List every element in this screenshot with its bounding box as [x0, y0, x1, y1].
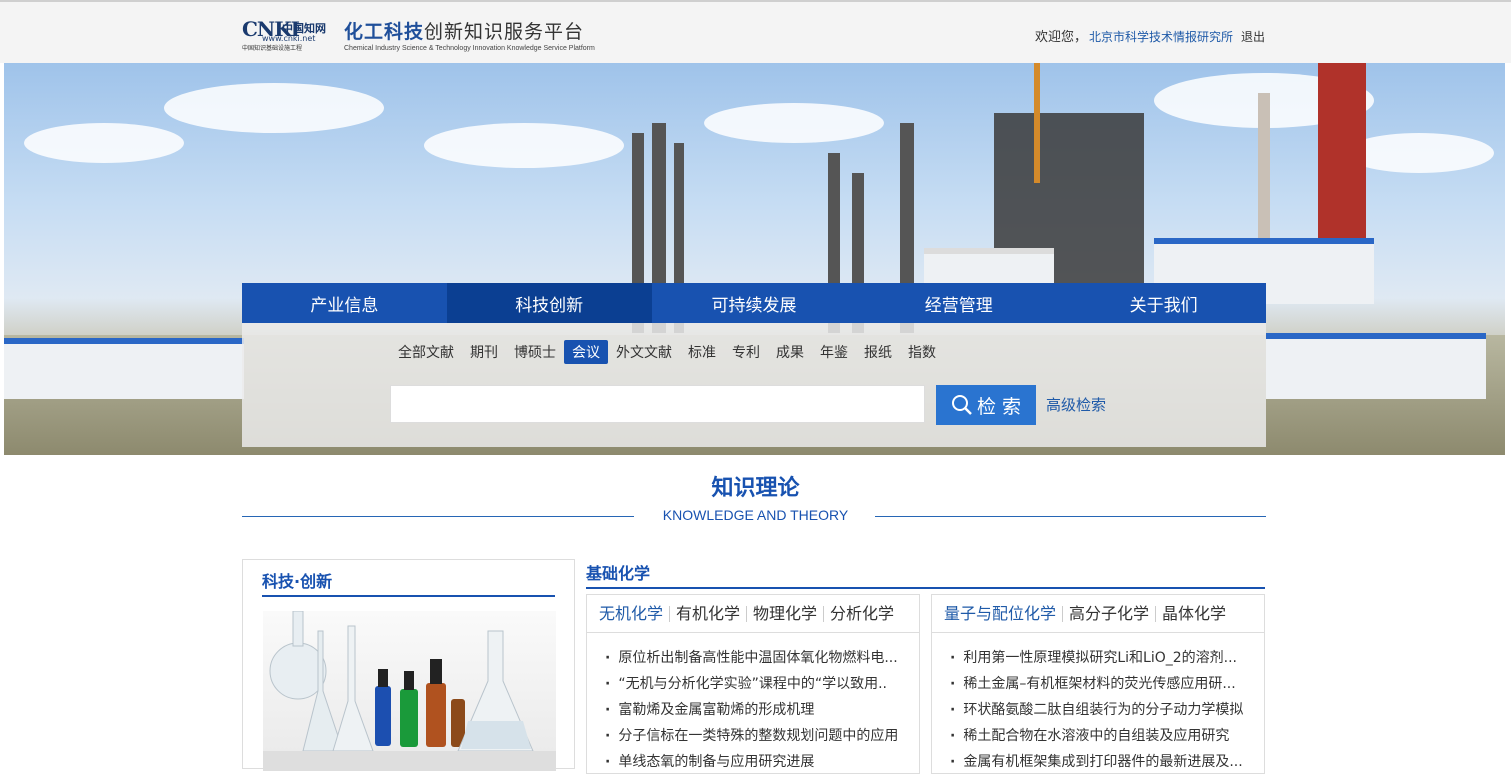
- building: [4, 338, 244, 399]
- crane: [1034, 63, 1040, 183]
- panel-underline: [262, 595, 555, 597]
- basic-chem-title: 基础化学: [586, 564, 651, 583]
- search-input[interactable]: [390, 385, 925, 423]
- list-item[interactable]: 利用第一性原理模拟研究Li和LiO_2的溶剂...: [950, 649, 1250, 675]
- building: [1266, 333, 1486, 399]
- search-icon: [951, 395, 972, 415]
- subtab-thesis[interactable]: 博硕士: [506, 340, 564, 364]
- panel-title: 科技·创新: [262, 572, 333, 591]
- subtab-journal[interactable]: 期刊: [462, 340, 506, 364]
- title-rest: 创新知识服务平台: [424, 20, 585, 43]
- tab-crystal-chem[interactable]: 晶体化学: [1155, 605, 1232, 622]
- logo-sub: 中国知识基础设施工程: [242, 45, 303, 52]
- main-nav: 产业信息 科技创新 可持续发展 经营管理 关于我们: [242, 283, 1266, 323]
- resource-type-tabs: 全部文献 期刊 博硕士 会议 外文文献 标准 专利 成果 年鉴 报纸 指数: [390, 340, 944, 364]
- nav-search-box: 产业信息 科技创新 可持续发展 经营管理 关于我们 全部文献 期刊 博硕士 会议…: [242, 283, 1266, 447]
- cloud: [704, 103, 884, 143]
- platform-title: 化工科技创新知识服务平台: [344, 17, 595, 44]
- subtab-foreign[interactable]: 外文文献: [608, 340, 680, 364]
- basic-chem-underline: [586, 587, 1265, 589]
- subtab-index[interactable]: 指数: [900, 340, 944, 364]
- title-highlight: 化工科技: [344, 20, 425, 43]
- tab-quantum-coordination-chem[interactable]: 量子与配位化学: [938, 605, 1062, 622]
- list-item[interactable]: 单线态氧的制备与应用研究进展: [605, 753, 905, 779]
- tab-physical-chem[interactable]: 物理化学: [746, 605, 823, 622]
- subtab-achievement[interactable]: 成果: [768, 340, 812, 364]
- chem-card-1: 无机化学 有机化学 物理化学 分析化学 原位析出制备高性能中温固体氧化物燃料电.…: [586, 594, 920, 774]
- card-tabs: 量子与配位化学 高分子化学 晶体化学: [932, 595, 1264, 633]
- cloud: [1344, 133, 1494, 173]
- nav-tab-industry-info[interactable]: 产业信息: [242, 283, 447, 323]
- org-link[interactable]: 北京市科学技术情报研究所: [1089, 30, 1233, 44]
- welcome-text: 欢迎您，: [1034, 30, 1087, 45]
- subtab-patent[interactable]: 专利: [724, 340, 768, 364]
- logo-url: www.cnki.net: [262, 34, 316, 43]
- nav-tab-business-management[interactable]: 经营管理: [856, 283, 1061, 323]
- user-welcome: 欢迎您， 北京市科学技术情报研究所 退出: [1035, 26, 1265, 45]
- tab-organic-chem[interactable]: 有机化学: [669, 605, 746, 622]
- list-item[interactable]: 富勒烯及金属富勒烯的形成机理: [605, 701, 905, 727]
- tab-analytical-chem[interactable]: 分析化学: [823, 605, 900, 622]
- cloud: [424, 123, 624, 168]
- subtab-conference[interactable]: 会议: [564, 340, 608, 364]
- list-item[interactable]: 环状酪氨酸二肽自组装行为的分子动力学模拟: [950, 701, 1250, 727]
- search-button-label: 检 索: [976, 395, 1022, 418]
- tab-inorganic-chem[interactable]: 无机化学: [593, 605, 669, 622]
- platform-title-en: Chemical Industry Science & Technology I…: [344, 44, 595, 52]
- list-item[interactable]: “无机与分析化学实验”课程中的“学以致用..: [605, 675, 905, 701]
- cloud: [164, 83, 384, 133]
- subtab-newspaper[interactable]: 报纸: [856, 340, 900, 364]
- chem-card-2: 量子与配位化学 高分子化学 晶体化学 利用第一性原理模拟研究Li和LiO_2的溶…: [931, 594, 1265, 774]
- divider-line: [875, 516, 1266, 517]
- glassware-illustration: [263, 611, 556, 771]
- subtab-yearbook[interactable]: 年鉴: [812, 340, 856, 364]
- sci-innovation-panel: 科技·创新: [242, 559, 575, 771]
- site-logo[interactable]: CNKI 中国知网 www.cnki.net 中国知识基础设施工程 化工科技创新…: [242, 16, 595, 52]
- article-list: 原位析出制备高性能中温固体氧化物燃料电... “无机与分析化学实验”课程中的“学…: [605, 649, 905, 779]
- search-button[interactable]: 检 索: [936, 385, 1036, 425]
- list-item[interactable]: 稀土金属–有机框架材料的荧光传感应用研...: [950, 675, 1250, 701]
- nav-tab-sustainable-development[interactable]: 可持续发展: [652, 283, 857, 323]
- section-title: 知识理论: [711, 476, 800, 501]
- nav-tab-sci-tech-innovation[interactable]: 科技创新: [446, 283, 652, 323]
- cloud: [24, 123, 184, 163]
- logout-link[interactable]: 退出: [1241, 30, 1265, 44]
- tab-polymer-chem[interactable]: 高分子化学: [1062, 605, 1155, 622]
- article-list: 利用第一性原理模拟研究Li和LiO_2的溶剂... 稀土金属–有机框架材料的荧光…: [950, 649, 1250, 779]
- list-item[interactable]: 金属有机框架集成到打印器件的最新进展及...: [950, 753, 1250, 779]
- list-item[interactable]: 稀土配合物在水溶液中的自组装及应用研究: [950, 727, 1250, 753]
- card-tabs: 无机化学 有机化学 物理化学 分析化学: [587, 595, 919, 633]
- list-item[interactable]: 原位析出制备高性能中温固体氧化物燃料电...: [605, 649, 905, 675]
- subtab-all[interactable]: 全部文献: [390, 340, 462, 364]
- list-item[interactable]: 分子信标在一类特殊的整数规划问题中的应用: [605, 727, 905, 753]
- advanced-search-link[interactable]: 高级检索: [1046, 394, 1106, 415]
- top-bar: CNKI 中国知网 www.cnki.net 中国知识基础设施工程 化工科技创新…: [0, 0, 1511, 63]
- lab-glassware-image[interactable]: [263, 611, 556, 771]
- cnki-logo: CNKI 中国知网 www.cnki.net 中国知识基础设施工程: [242, 17, 338, 52]
- section-subtitle: KNOWLEDGE AND THEORY: [662, 507, 849, 523]
- subtab-standard[interactable]: 标准: [680, 340, 724, 364]
- nav-tab-about-us[interactable]: 关于我们: [1061, 283, 1266, 323]
